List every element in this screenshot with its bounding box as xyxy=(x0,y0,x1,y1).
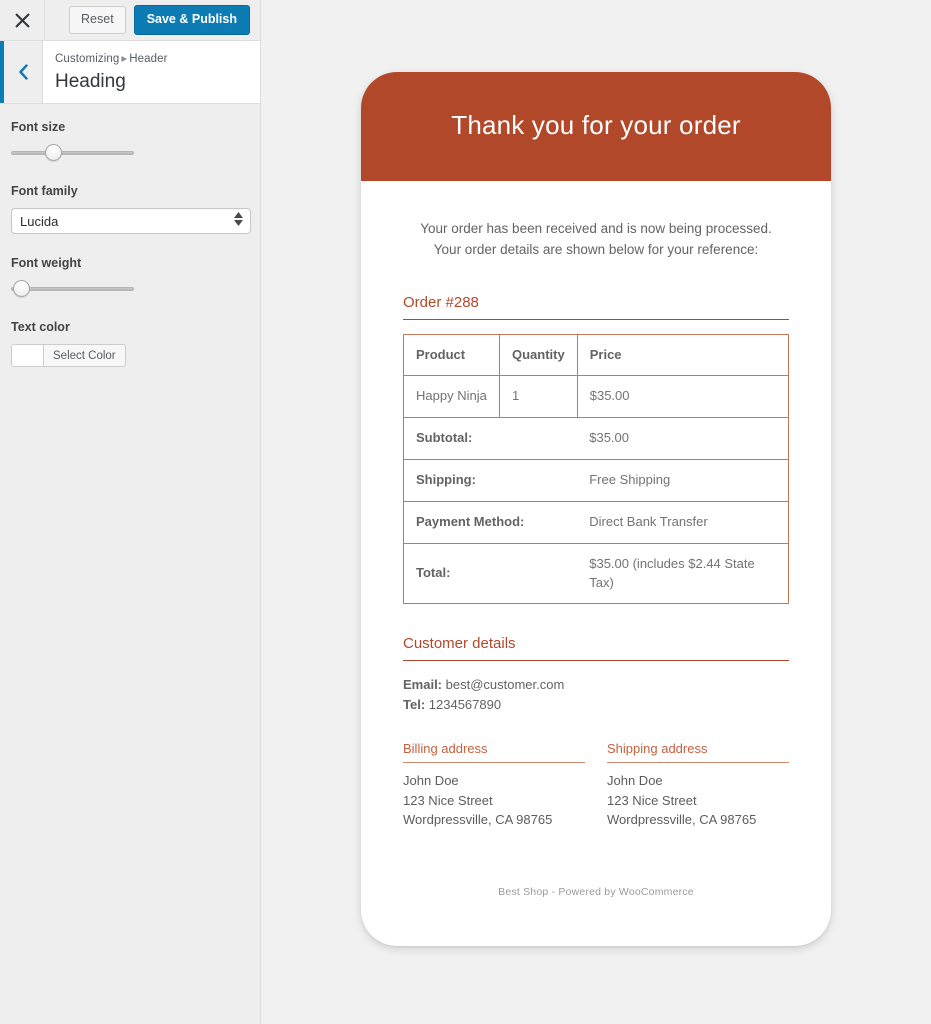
chevron-left-icon xyxy=(18,64,29,80)
email-card: Thank you for your order Your order has … xyxy=(361,72,831,946)
cell-quantity: 1 xyxy=(499,375,578,419)
cell-subtotal-value: $35.00 xyxy=(577,417,790,461)
table-header-row: Product Quantity Price xyxy=(403,333,790,377)
tel-label: Tel: xyxy=(403,697,426,713)
close-customizer-button[interactable] xyxy=(0,0,45,40)
close-icon xyxy=(15,13,30,28)
order-title: Order #288 xyxy=(403,293,789,320)
save-and-publish-button[interactable]: Save & Publish xyxy=(133,4,250,36)
order-table-body: Happy Ninja 1 $35.00 Subtotal: $35.00 Sh… xyxy=(403,375,790,605)
control-text-color: Text color Select Color xyxy=(11,320,248,371)
control-label-text-color: Text color xyxy=(11,320,70,334)
control-label-font-size: Font size xyxy=(11,120,66,134)
customizer-topbar: Reset Save & Publish xyxy=(0,0,260,41)
breadcrumb-current[interactable]: Header xyxy=(129,53,167,65)
column-header-product: Product xyxy=(403,333,500,377)
email-footer: Best Shop - Powered by WooCommerce xyxy=(498,885,694,898)
column-header-quantity: Quantity xyxy=(499,333,578,377)
shipping-address-body: John Doe 123 Nice Street Wordpressville,… xyxy=(607,773,757,828)
control-label-font-weight: Font weight xyxy=(11,256,82,270)
table-row: Shipping: Free Shipping xyxy=(403,459,790,502)
billing-address-title: Billing address xyxy=(403,741,585,764)
email-label: Email: xyxy=(403,676,443,692)
table-row: Subtotal: $35.00 xyxy=(403,417,790,461)
billing-address-block: Billing address John Doe 123 Nice Street… xyxy=(403,741,585,829)
cell-payment-method-label: Payment Method: xyxy=(403,500,578,544)
table-row: Payment Method: Direct Bank Transfer xyxy=(403,500,790,544)
customizer-screen: Reset Save & Publish Customizing ▸ Header … xyxy=(0,0,931,1024)
font-family-select[interactable]: Lucida xyxy=(11,208,251,234)
cell-total-value: $35.00 (includes $2.44 State Tax) xyxy=(577,542,790,605)
font-weight-slider[interactable] xyxy=(11,280,134,298)
reset-button[interactable]: Reset xyxy=(69,5,126,35)
cell-subtotal-label: Subtotal: xyxy=(403,417,578,461)
email-intro-line2: Your order details are shown below for y… xyxy=(433,242,759,258)
font-weight-slider-thumb[interactable] xyxy=(13,280,31,297)
select-color-button[interactable]: Select Color xyxy=(44,345,125,366)
breadcrumb-separator: ▸ xyxy=(121,53,128,65)
breadcrumb-root[interactable]: Customizing xyxy=(55,53,119,65)
address-columns: Billing address John Doe 123 Nice Street… xyxy=(403,741,789,829)
color-swatch[interactable] xyxy=(12,345,44,366)
font-size-slider[interactable] xyxy=(11,144,134,162)
email-body: Your order has been received and is now … xyxy=(361,181,831,829)
customizer-controls: Font size Font family Lucida Font weight… xyxy=(0,104,260,371)
cell-product: Happy Ninja xyxy=(403,375,500,419)
email-header: Thank you for your order xyxy=(361,72,831,182)
breadcrumb: Customizing ▸ Header xyxy=(55,51,260,68)
table-row: Happy Ninja 1 $35.00 xyxy=(403,375,790,419)
font-family-select-value: Lucida xyxy=(20,213,59,229)
customer-contact: Email: best@customer.com Tel: 1234567890 xyxy=(403,675,789,715)
text-color-picker[interactable]: Select Color xyxy=(11,344,126,367)
cell-shipping-value: Free Shipping xyxy=(577,459,790,502)
email-header-title: Thank you for your order xyxy=(451,110,741,140)
email-value: best@customer.com xyxy=(445,676,565,692)
tel-value: 1234567890 xyxy=(428,697,502,713)
cell-shipping-label: Shipping: xyxy=(403,459,578,502)
billing-address-body: John Doe 123 Nice Street Wordpressville,… xyxy=(403,773,553,828)
email-preview-area: Thank you for your order Your order has … xyxy=(262,0,931,1024)
control-font-family: Font family Lucida xyxy=(11,184,251,234)
font-size-slider-thumb[interactable] xyxy=(44,144,62,161)
customer-details-title: Customer details xyxy=(403,634,789,661)
order-table-head: Product Quantity Price xyxy=(403,333,790,377)
order-table: Product Quantity Price Happy Ninja 1 $35… xyxy=(403,333,790,605)
column-header-price: Price xyxy=(576,333,790,377)
panel-header-text: Customizing ▸ Header Heading xyxy=(43,41,260,103)
control-label-font-family: Font family xyxy=(11,184,78,198)
customizer-sidebar: Reset Save & Publish Customizing ▸ Header … xyxy=(0,0,261,1024)
shipping-address-title: Shipping address xyxy=(607,741,789,764)
email-intro-line1: Your order has been received and is now … xyxy=(420,221,772,237)
shipping-address-block: Shipping address John Doe 123 Nice Stree… xyxy=(607,741,789,829)
email-intro: Your order has been received and is now … xyxy=(403,219,789,261)
topbar-actions: Reset Save & Publish xyxy=(45,4,260,36)
control-font-weight: Font weight xyxy=(11,256,248,298)
cell-total-label: Total: xyxy=(403,542,578,605)
font-size-slider-track[interactable] xyxy=(11,151,134,155)
page-title: Heading xyxy=(55,71,126,93)
table-row: Total: $35.00 (includes $2.44 State Tax) xyxy=(403,542,790,605)
font-family-select-wrap: Lucida xyxy=(11,208,251,234)
cell-price: $35.00 xyxy=(576,375,790,419)
back-button[interactable] xyxy=(0,41,43,103)
control-font-size: Font size xyxy=(11,120,248,162)
customizer-panel-header: Customizing ▸ Header Heading xyxy=(0,41,260,104)
cell-payment-method-value: Direct Bank Transfer xyxy=(577,500,790,544)
